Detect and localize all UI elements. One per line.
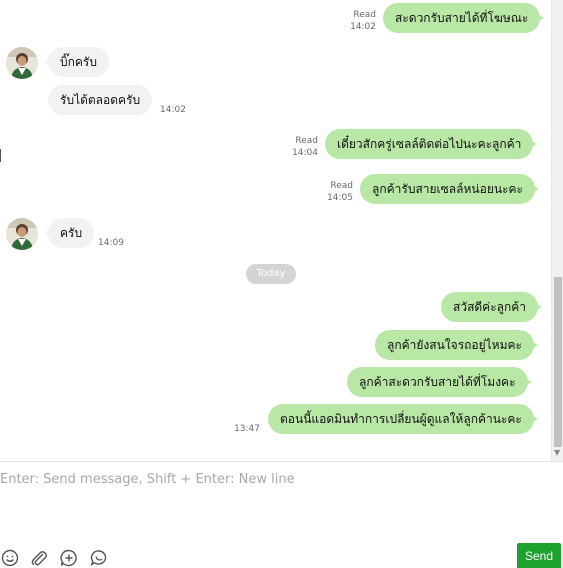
message-composer: Send xyxy=(0,461,563,568)
avatar-image xyxy=(6,47,38,79)
incoming-message: บิ๊กครับ xyxy=(44,47,109,77)
emoji-icon xyxy=(1,549,19,567)
attach-file-button[interactable] xyxy=(29,548,49,568)
outgoing-message: เดี๋ยวสักครู่เซลล์ติดต่อไปนะคะลูกค้า xyxy=(325,129,538,159)
contact-avatar[interactable] xyxy=(6,47,38,79)
outgoing-message: ลูกค้าสะดวกรับสายได้ที่โมงคะ xyxy=(347,367,532,397)
text-cursor xyxy=(0,149,1,162)
outgoing-message: ลูกค้ายังสนใจรถอยู่ไหมคะ xyxy=(375,330,538,360)
message-meta: Read 14:02 xyxy=(340,9,376,33)
outgoing-message: สวัสดีค่ะลูกค้า xyxy=(441,292,543,322)
read-status: Read xyxy=(295,136,318,146)
chat-scrollbar[interactable]: ▼ xyxy=(551,0,563,461)
send-button[interactable]: Send xyxy=(517,543,561,568)
avatar-image xyxy=(6,218,38,250)
message-time: 14:02 xyxy=(350,22,376,32)
emoji-button[interactable] xyxy=(0,548,20,568)
outgoing-message: ตอนนี้แอดมินทำการเปลี่ยนผู้ดูแลให้ลูกค้า… xyxy=(268,404,538,434)
chat-bubble-icon xyxy=(90,550,107,567)
outgoing-message: ลูกค้ารับสายเซลล์หน่อยนะคะ xyxy=(360,174,539,204)
read-status: Read xyxy=(353,10,376,20)
message-meta: Read 14:04 xyxy=(282,135,318,159)
paperclip-icon xyxy=(31,551,47,566)
scroll-down-arrow-icon[interactable]: ▼ xyxy=(554,448,560,458)
chat-template-button[interactable] xyxy=(89,548,109,568)
message-input[interactable] xyxy=(0,468,560,538)
add-content-button[interactable] xyxy=(59,548,79,568)
chat-history[interactable]: Read 14:02 สะดวกรับสายได้ที่โฆษณะ บิ๊กคร… xyxy=(0,0,551,461)
read-status: Read xyxy=(330,181,353,191)
message-time: 14:02 xyxy=(160,105,186,115)
message-time: 14:09 xyxy=(98,238,124,248)
incoming-message: รับได้ตลอดครับ xyxy=(48,85,153,115)
message-time: 14:04 xyxy=(292,148,318,158)
message-meta: Read 14:05 xyxy=(317,180,353,204)
plus-circle-icon xyxy=(60,549,77,567)
outgoing-message: สะดวกรับสายได้ที่โฆษณะ xyxy=(383,3,545,33)
contact-avatar[interactable] xyxy=(6,218,38,250)
scrollbar-thumb[interactable] xyxy=(554,277,562,447)
date-separator: Today xyxy=(246,264,296,284)
message-time: 14:05 xyxy=(327,193,353,203)
message-time: 13:47 xyxy=(234,424,260,434)
incoming-message: ครับ xyxy=(43,218,95,248)
